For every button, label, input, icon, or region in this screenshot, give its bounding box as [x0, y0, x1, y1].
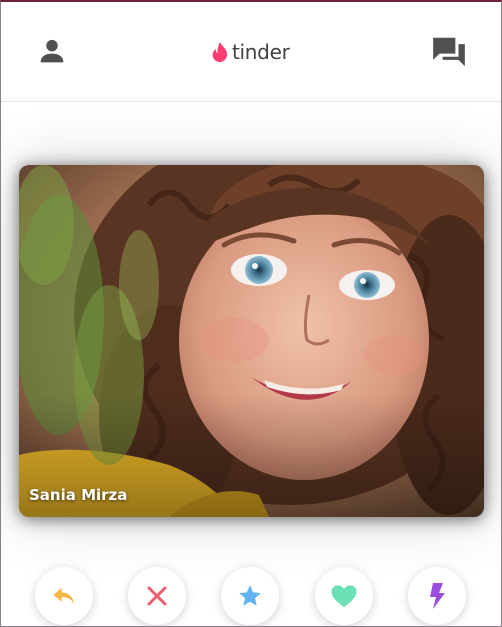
messages-button[interactable] [430, 33, 468, 71]
profile-photo [19, 165, 484, 517]
app-header: tinder [0, 0, 502, 102]
flame-icon [212, 42, 228, 62]
rewind-arrow-icon [53, 587, 75, 605]
person-icon [40, 39, 64, 63]
logo-text: tinder [232, 40, 290, 64]
rewind-button[interactable] [35, 567, 93, 625]
boost-button[interactable] [408, 567, 466, 625]
x-icon [147, 586, 167, 606]
chat-bubbles-icon [433, 37, 465, 67]
lightning-icon [430, 583, 445, 609]
profile-card[interactable] [19, 165, 484, 517]
star-icon [239, 585, 261, 606]
like-button[interactable] [315, 567, 373, 625]
super-like-button[interactable] [221, 567, 279, 625]
nope-button[interactable] [128, 567, 186, 625]
profile-name: Sania Mirza [29, 486, 128, 504]
tinder-logo: tinder [211, 38, 290, 66]
profile-button[interactable] [36, 35, 68, 67]
heart-icon [331, 585, 357, 608]
